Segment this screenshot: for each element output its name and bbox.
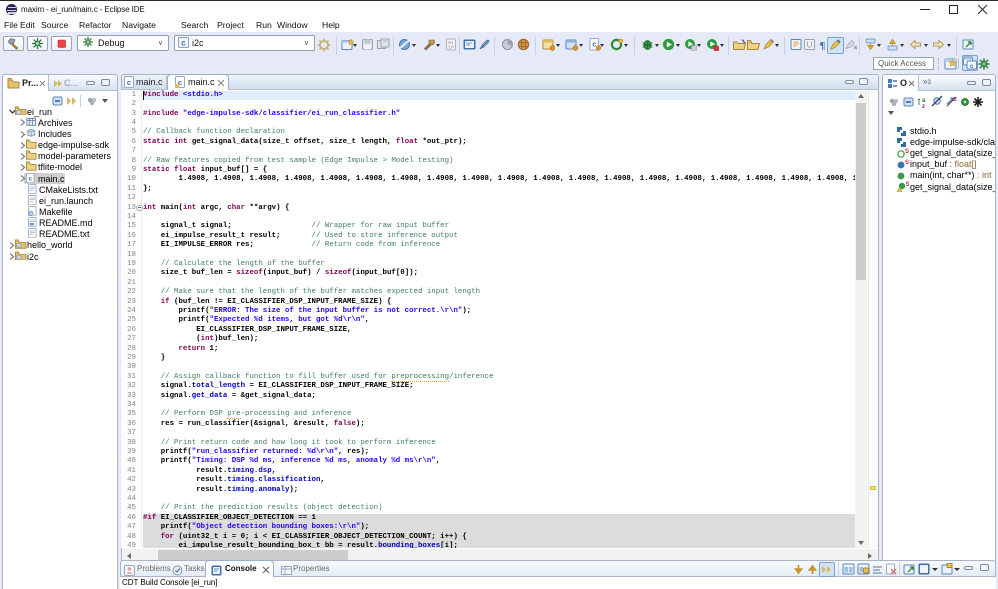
svg-text:10: 10: [448, 45, 454, 51]
svg-text:U: U: [807, 41, 813, 50]
svg-text:S: S: [905, 149, 909, 155]
svg-text:c: c: [970, 63, 974, 70]
svg-text:c: c: [181, 38, 186, 47]
svg-text:¶: ¶: [820, 40, 826, 51]
svg-text:S: S: [906, 182, 910, 188]
svg-text:c: c: [28, 175, 32, 182]
svg-text:S: S: [905, 160, 909, 166]
svg-text:z: z: [922, 104, 925, 108]
svg-text:c: c: [592, 42, 596, 49]
svg-text:c: c: [127, 78, 131, 87]
